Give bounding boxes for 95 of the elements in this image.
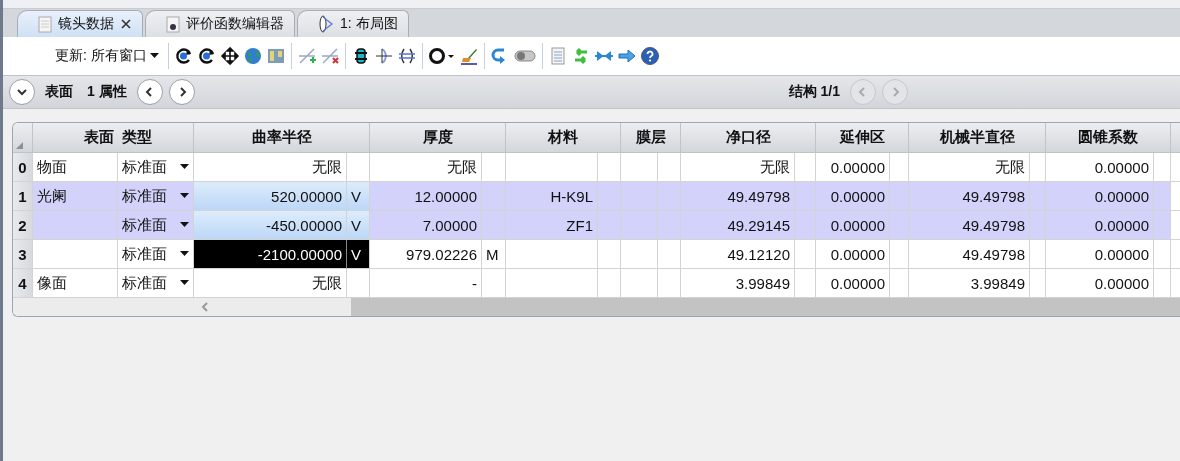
row-number: 2	[13, 211, 33, 240]
table-cell: 0.00000	[1046, 240, 1154, 269]
table-cell: 无限	[681, 153, 795, 182]
add-line-icon[interactable]	[296, 46, 317, 66]
update-dropdown[interactable]: 更新: 所有窗口	[51, 47, 163, 65]
surface-type-select[interactable]: 标准面	[118, 269, 194, 298]
table-cell: 49.49798	[909, 211, 1030, 240]
table-cell: 0.00000	[816, 269, 890, 298]
close-icon[interactable]	[120, 18, 132, 30]
circle-dropdown-icon[interactable]	[427, 46, 456, 66]
table-cell: 无限	[194, 269, 347, 298]
globe-icon[interactable]	[242, 46, 263, 66]
table-cell: 520.00000	[194, 182, 347, 211]
table-cell: 0.00000	[1046, 211, 1154, 240]
surface-type-select[interactable]: 标准面	[118, 211, 194, 240]
table-cell: 49.29145	[681, 211, 795, 240]
surface-type-select[interactable]: 标准面	[118, 240, 194, 269]
surface-type-select[interactable]: 标准面	[118, 182, 194, 211]
row-number: 1	[13, 182, 33, 211]
table-cell: 0.00000	[1046, 269, 1154, 298]
next-button[interactable]	[168, 79, 195, 105]
table-cell: 49.49798	[909, 240, 1030, 269]
configuration-label: 结构 1/1	[788, 83, 840, 101]
column-header: 表面	[33, 123, 118, 153]
row-number: 0	[13, 153, 33, 182]
refresh-all-icon[interactable]	[196, 46, 217, 66]
table-cell: 0.00000	[816, 211, 890, 240]
table-cell: 无限	[370, 153, 482, 182]
remove-line-icon[interactable]	[319, 46, 340, 66]
column-header: 材料	[506, 123, 621, 153]
table-cell: H-K9L	[506, 182, 598, 211]
lens-icon[interactable]	[373, 46, 394, 66]
row-number: 3	[13, 240, 33, 269]
table-cell: 无限	[194, 153, 347, 182]
solve-flag[interactable]: V	[347, 240, 370, 269]
table-cell: -450.00000	[194, 211, 347, 240]
editor-tab[interactable]: 镜头数据	[17, 10, 143, 37]
table-cell: -2100.00000	[194, 240, 347, 269]
table-cell: 49.49798	[909, 182, 1030, 211]
caret-icon	[149, 53, 159, 59]
table-cell: 979.02226	[370, 240, 482, 269]
table-cell: 12.00000	[370, 182, 482, 211]
column-header: 膜层	[621, 123, 681, 153]
previous-button[interactable]	[136, 79, 163, 105]
column-header: 延伸区	[816, 123, 909, 153]
table-cell: 0.00000	[1046, 153, 1154, 182]
table-cell: -	[370, 269, 482, 298]
table-cell: 7.00000	[370, 211, 482, 240]
column-header: 类型	[118, 123, 194, 153]
lens-pair-icon[interactable]	[396, 46, 417, 66]
table-cell: 无限	[909, 153, 1030, 182]
solve-flag[interactable]: V	[347, 182, 370, 211]
editor-tab[interactable]: 1: 布局图	[297, 10, 409, 37]
caret-icon	[180, 251, 189, 257]
table-cell: 49.12120	[681, 240, 795, 269]
solve-flag[interactable]: V	[347, 211, 370, 240]
caret-icon	[180, 222, 189, 228]
table-cell: 3.99849	[681, 269, 795, 298]
document-icon	[166, 15, 180, 33]
table-cell: 0.00000	[1046, 182, 1154, 211]
brush-icon[interactable]	[458, 46, 479, 66]
table-cell: 物面	[33, 153, 118, 182]
corner-icon	[16, 142, 23, 149]
column-header	[1171, 123, 1180, 153]
map-icon[interactable]	[265, 46, 286, 66]
row-number: 4	[13, 269, 33, 298]
editor-tab[interactable]: 评价函数编辑器	[145, 10, 295, 37]
column-header: 曲率半径	[194, 123, 370, 153]
column-header: 厚度	[370, 123, 506, 153]
column-header: 圆锥系数	[1046, 123, 1171, 153]
table-cell: 光阑	[33, 182, 118, 211]
scrollbar-thumb[interactable]	[351, 298, 1180, 316]
right-arrow-icon[interactable]	[616, 46, 637, 66]
table-cell: ZF1	[506, 211, 598, 240]
surface-type-select[interactable]: 标准面	[118, 153, 194, 182]
section-label: 表面	[45, 83, 73, 101]
properties-label: 1 属性	[87, 83, 127, 101]
table-cell: 像面	[33, 269, 118, 298]
solve-flag[interactable]: M	[482, 240, 506, 269]
refresh-icon[interactable]	[173, 46, 194, 66]
column-header: 净口径	[681, 123, 816, 153]
table-cell: 0.00000	[816, 182, 890, 211]
move-icon[interactable]	[219, 46, 240, 66]
table-cell: 0.00000	[816, 153, 890, 182]
lens-icon	[318, 14, 334, 34]
column-header: 机械半直径	[909, 123, 1046, 153]
table-cell: 3.99849	[909, 269, 1030, 298]
table-cell: 49.49798	[681, 182, 795, 211]
document-icon	[38, 15, 52, 33]
table-cell: 0.00000	[816, 240, 890, 269]
help-icon[interactable]	[639, 46, 660, 66]
collapse-button[interactable]	[9, 79, 35, 105]
caret-icon	[180, 280, 189, 286]
caret-icon	[180, 164, 189, 170]
caret-icon	[180, 193, 189, 199]
